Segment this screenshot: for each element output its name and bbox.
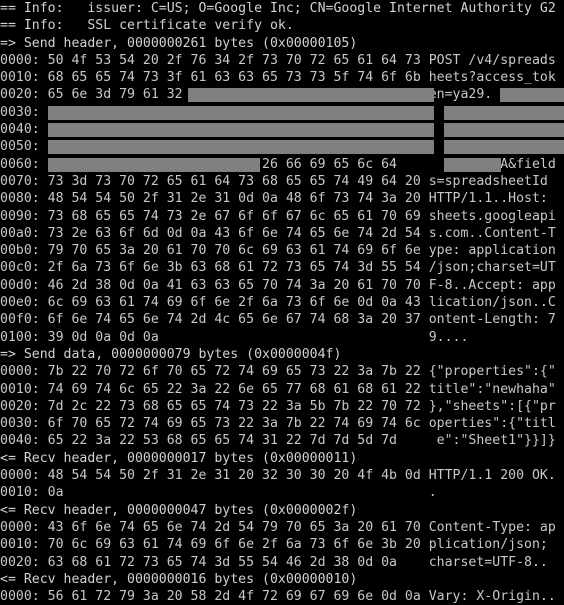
- line-text: 0070: 73 3d 73 70 72 65 61 64 73 68 65 6…: [0, 173, 556, 189]
- line-text: <= Recv header, 0000000017 bytes (0x0000…: [0, 450, 358, 466]
- line-text: 0000: 7b 22 70 72 6f 70 65 72 74 69 65 7…: [0, 364, 556, 380]
- redaction-box: [48, 123, 434, 138]
- redaction-box: [48, 140, 434, 155]
- line-text: 00d0: 46 2d 38 0d 0a 41 63 63 65 70 74 3…: [0, 277, 556, 293]
- line-text: 0000: 48 54 54 50 2f 31 2e 31 20 32 30 3…: [0, 468, 556, 484]
- hexdump-line: 0010: 74 69 74 6c 65 22 3a 22 6e 65 77 6…: [0, 381, 564, 398]
- line-text: 0090: 73 68 65 65 74 73 2e 67 6f 6f 67 6…: [0, 208, 556, 224]
- hexdump-line: 00f0: 6f 6e 74 65 6e 74 2d 4c 65 6e 67 7…: [0, 311, 564, 328]
- line-text: <= Recv header, 0000000016 bytes (0x0000…: [0, 571, 358, 587]
- redaction-box: [48, 157, 260, 172]
- redaction-box: [500, 88, 564, 103]
- terminal-window: == Info: issuer: C=US; O=Google Inc; CN=…: [0, 0, 564, 605]
- hexdump-line: 0070: 73 3d 73 70 72 65 61 64 73 68 65 6…: [0, 173, 564, 190]
- hexdump-line: 0090: 73 68 65 65 74 73 2e 67 6f 6f 67 6…: [0, 208, 564, 225]
- transfer-banner-line: <= Recv header, 0000000017 bytes (0x0000…: [0, 450, 564, 467]
- hexdump-line: 0020: 63 68 61 72 73 65 74 3d 55 54 46 2…: [0, 554, 564, 571]
- line-text: 00e0: 6c 69 63 61 74 69 6f 6e 2f 6a 73 6…: [0, 295, 556, 311]
- line-text: == Info: issuer: C=US; O=Google Inc; CN=…: [0, 1, 556, 16]
- hexdump-line: 00e0: 6c 69 63 61 74 69 6f 6e 2f 6a 73 6…: [0, 294, 564, 311]
- hexdump-line: 0040:: [0, 121, 564, 138]
- line-text: 0020: 63 68 61 72 73 65 74 3d 55 54 46 2…: [0, 554, 548, 570]
- hexdump-line: 0080: 48 54 54 50 2f 31 2e 31 0d 0a 48 6…: [0, 190, 564, 207]
- redaction-box: [444, 123, 564, 138]
- transfer-banner-line: => Send header, 0000000261 bytes (0x0000…: [0, 35, 564, 52]
- line-text: <= Recv header, 0000000047 bytes (0x0000…: [0, 502, 358, 518]
- line-text: 00b0: 79 70 65 3a 20 61 70 70 6c 69 63 6…: [0, 243, 556, 259]
- hexdump-line: 0000: 50 4f 53 54 20 2f 76 34 2f 73 70 7…: [0, 52, 564, 69]
- hexdump-line: 0000: 48 54 54 50 2f 31 2e 31 20 32 30 3…: [0, 467, 564, 484]
- hexdump-line: 0100: 39 0d 0a 0d 0a 9....: [0, 329, 564, 346]
- line-text: 0080: 48 54 54 50 2f 31 2e 31 0d 0a 48 6…: [0, 191, 556, 207]
- transfer-banner-line: <= Recv header, 0000000047 bytes (0x0000…: [0, 502, 564, 519]
- line-text: 0010: 0a .: [0, 485, 437, 501]
- redaction-box: [444, 105, 564, 120]
- transfer-banner-line: => Send data, 0000000079 bytes (0x000000…: [0, 346, 564, 363]
- hexdump-line: 00b0: 79 70 65 3a 20 61 70 70 6c 69 63 6…: [0, 242, 564, 259]
- hexdump-line: 0030:: [0, 104, 564, 121]
- hexdump-line: 0010: 70 6c 69 63 61 74 69 6f 6e 2f 6a 7…: [0, 536, 564, 553]
- redaction-box: [188, 88, 434, 103]
- line-text: 0000: 56 61 72 79 3a 20 58 2d 4f 72 69 6…: [0, 589, 556, 605]
- line-text: == Info: SSL certificate verify ok.: [0, 18, 294, 34]
- line-text: => Send data, 0000000079 bytes (0x000000…: [0, 346, 342, 362]
- hexdump-line: 0040: 65 22 3a 22 53 68 65 65 74 31 22 7…: [0, 432, 564, 449]
- hexdump-line: 0010: 0a .: [0, 484, 564, 501]
- line-text: 00f0: 6f 6e 74 65 6e 74 2d 4c 65 6e 67 7…: [0, 312, 556, 328]
- info-line: == Info: issuer: C=US; O=Google Inc; CN=…: [0, 0, 564, 17]
- line-text: 0040: 65 22 3a 22 53 68 65 65 74 31 22 7…: [0, 433, 556, 449]
- hexdump-line: 0030: 6f 70 65 72 74 69 65 73 22 3a 7b 2…: [0, 415, 564, 432]
- line-text: 0010: 68 65 65 74 73 3f 61 63 63 65 73 7…: [0, 70, 556, 86]
- hexdump-line: 0000: 7b 22 70 72 6f 70 65 72 74 69 65 7…: [0, 363, 564, 380]
- line-text: 0020: 7d 2c 22 73 68 65 65 74 73 22 3a 5…: [0, 398, 556, 414]
- line-text: 0030: 6f 70 65 72 74 69 65 73 22 3a 7b 2…: [0, 416, 556, 432]
- hexdump-line: 00d0: 46 2d 38 0d 0a 41 63 63 65 70 74 3…: [0, 277, 564, 294]
- hexdump-line: 0060: 41 26 66 69 65 6c 64 A&field: [0, 156, 564, 173]
- line-text: 0030:: [0, 104, 40, 120]
- transfer-banner-line: <= Recv header, 0000000016 bytes (0x0000…: [0, 571, 564, 588]
- redaction-box: [444, 157, 501, 172]
- line-text: 0040:: [0, 122, 40, 138]
- line-text: 0010: 70 6c 69 63 61 74 69 6f 6e 2f 6a 7…: [0, 537, 556, 553]
- hexdump-line: 0010: 68 65 65 74 73 3f 61 63 63 65 73 7…: [0, 69, 564, 86]
- hexdump-line: 0000: 43 6f 6e 74 65 6e 74 2d 54 79 70 6…: [0, 519, 564, 536]
- hexdump-line: 0020: 7d 2c 22 73 68 65 65 74 73 22 3a 5…: [0, 398, 564, 415]
- line-text: 0050:: [0, 139, 40, 155]
- line-text: 0010: 74 69 74 6c 65 22 3a 22 6e 65 77 6…: [0, 381, 556, 397]
- hexdump-line: 0050:: [0, 138, 564, 155]
- hexdump-line: 00c0: 2f 6a 73 6f 6e 3b 63 68 61 72 73 6…: [0, 259, 564, 276]
- line-text: => Send header, 0000000261 bytes (0x0000…: [0, 35, 358, 51]
- hexdump-line: 0000: 56 61 72 79 3a 20 58 2d 4f 72 69 6…: [0, 588, 564, 605]
- line-text: 0000: 43 6f 6e 74 65 6e 74 2d 54 79 70 6…: [0, 519, 556, 535]
- line-text: 0000: 50 4f 53 54 20 2f 76 34 2f 73 70 7…: [0, 52, 556, 68]
- hexdump-line: 0020: 65 6e 3d 79 61 32 39 2e en=ya29.: [0, 86, 564, 103]
- redaction-box: [48, 105, 434, 120]
- hexdump-line: 00a0: 73 2e 63 6f 6d 0d 0a 43 6f 6e 74 6…: [0, 225, 564, 242]
- line-text: 00c0: 2f 6a 73 6f 6e 3b 63 68 61 72 73 6…: [0, 260, 556, 276]
- redaction-box: [444, 140, 564, 155]
- line-text: 0100: 39 0d 0a 0d 0a 9....: [0, 329, 469, 345]
- line-text: 00a0: 73 2e 63 6f 6d 0d 0a 43 6f 6e 74 6…: [0, 225, 556, 241]
- info-line: == Info: SSL certificate verify ok.: [0, 17, 564, 34]
